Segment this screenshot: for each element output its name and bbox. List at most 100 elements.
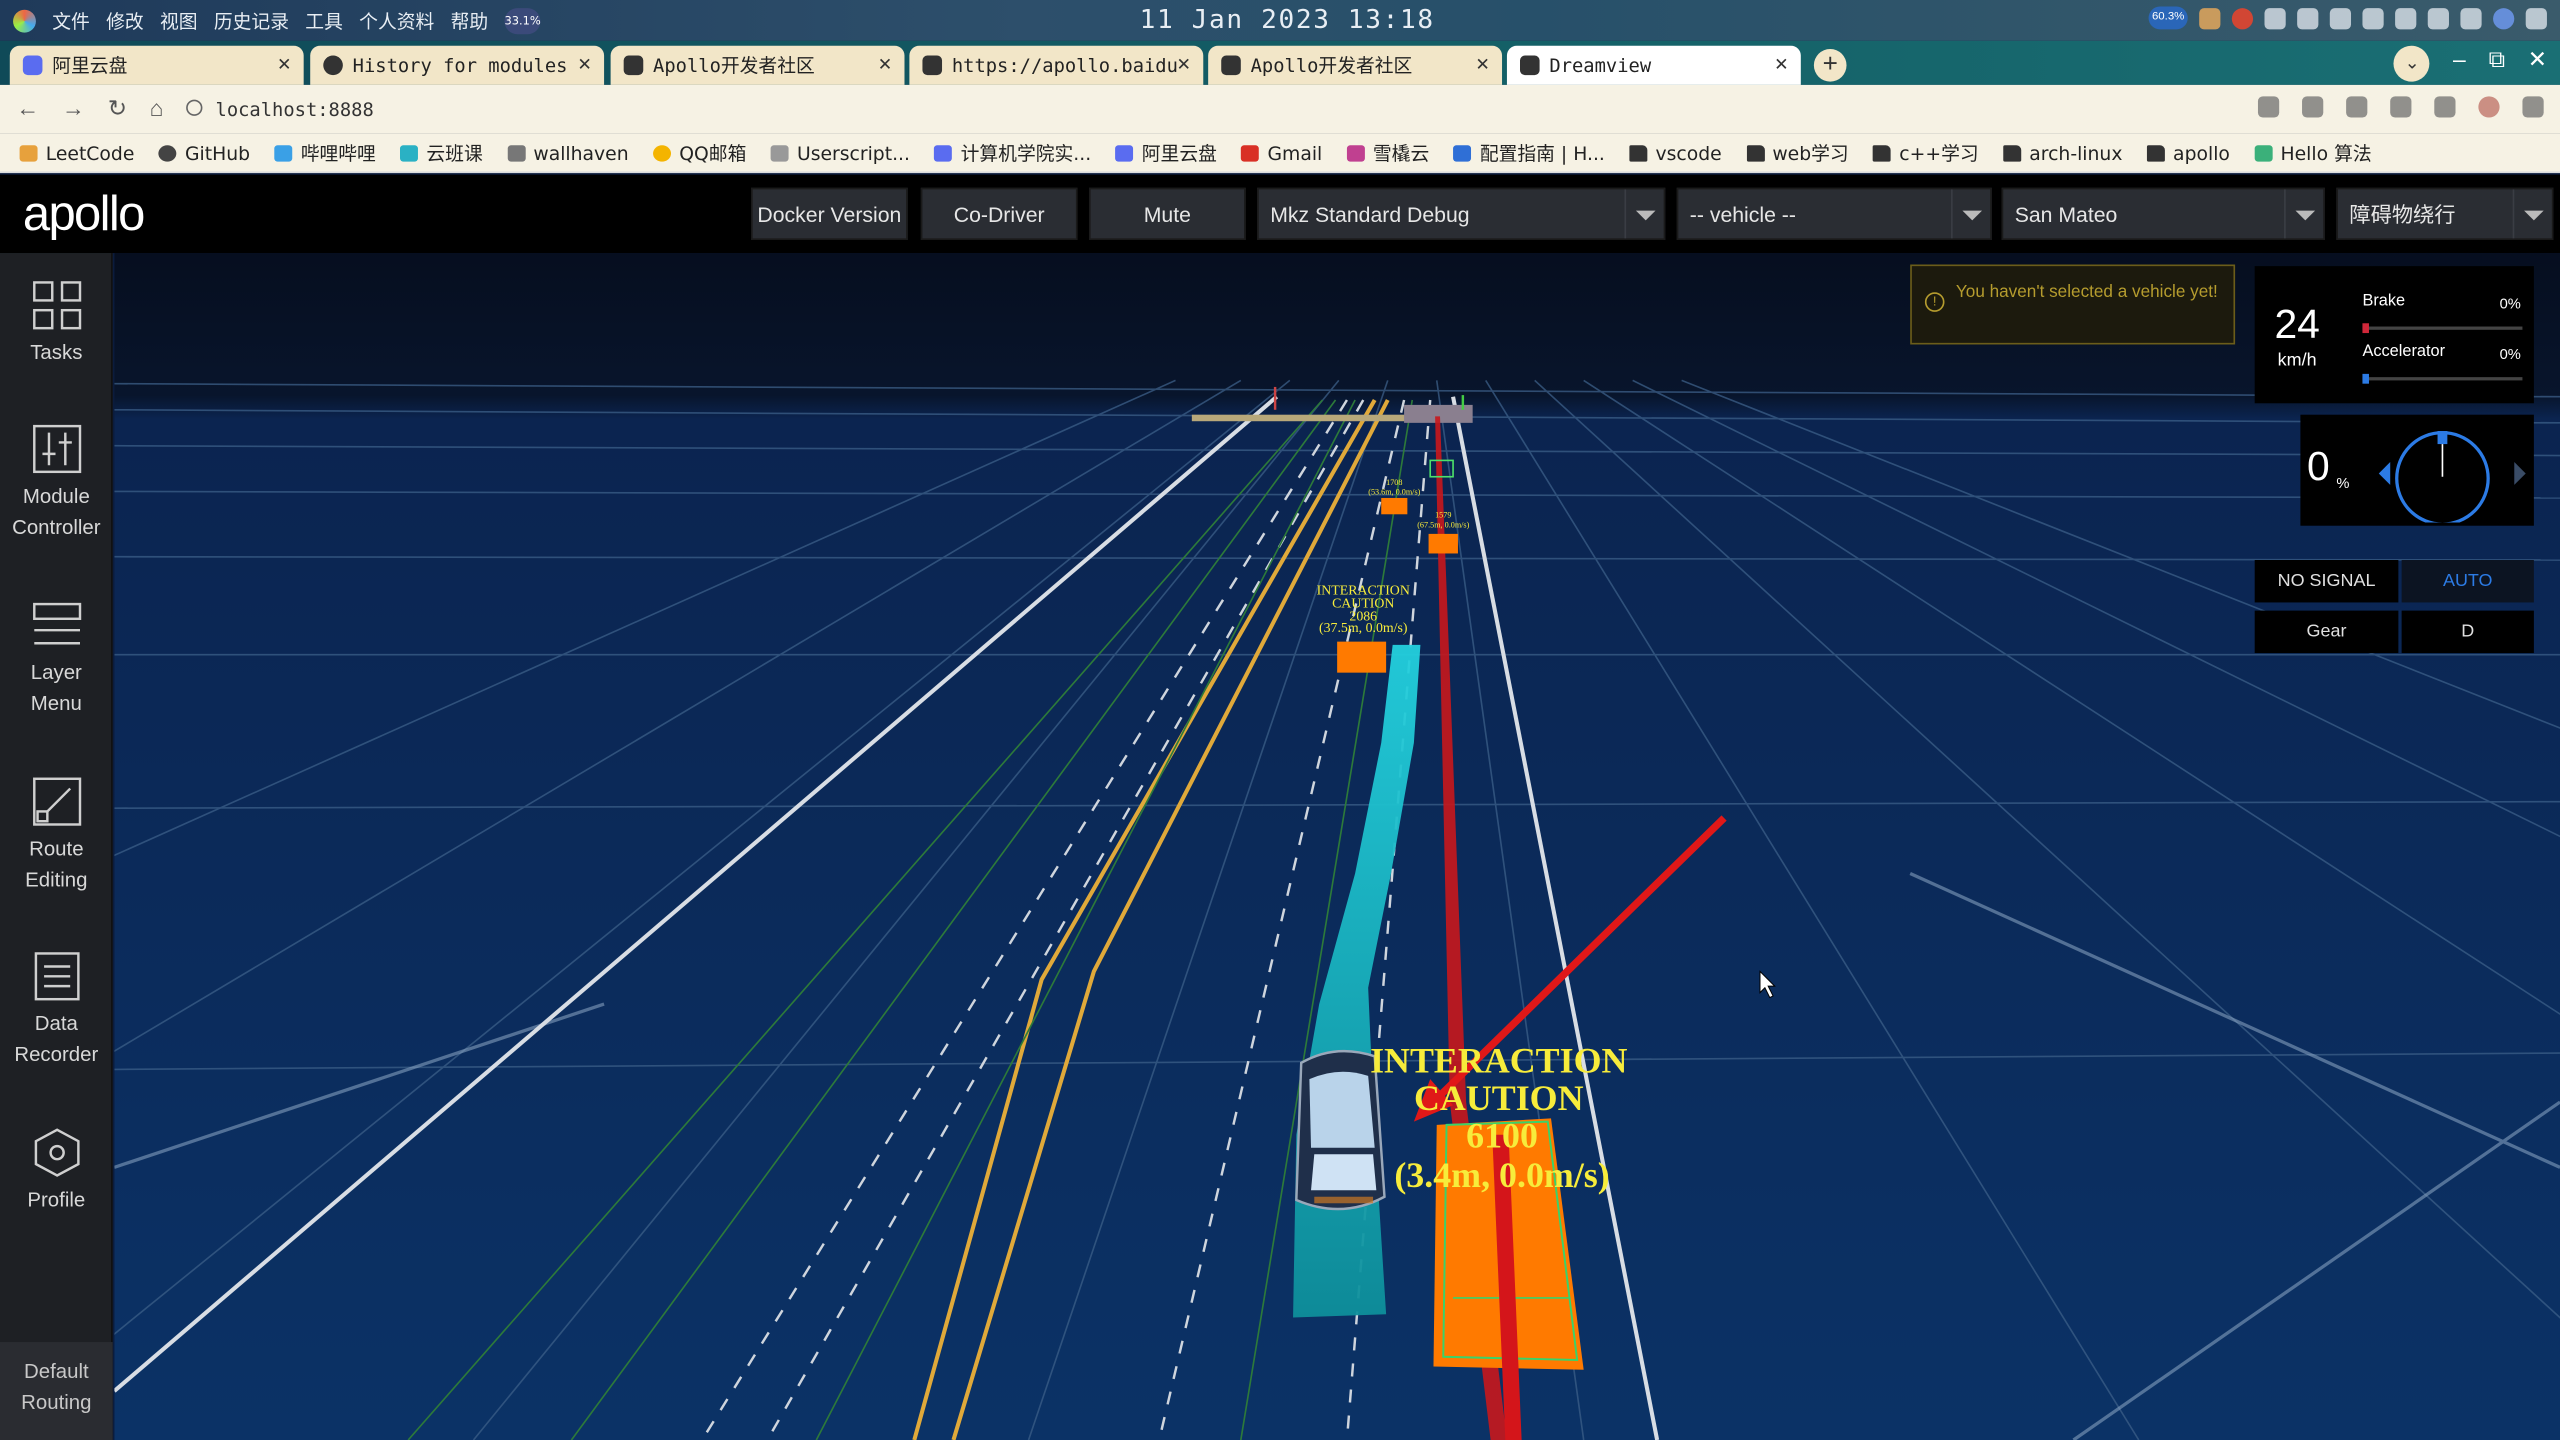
bookmark-qqmail[interactable]: QQ邮箱 bbox=[653, 140, 746, 166]
bookmark-hello-algo[interactable]: Hello 算法 bbox=[2254, 140, 2372, 166]
bookmark-config-guide[interactable]: 配置指南 | H... bbox=[1453, 140, 1605, 166]
chevron-down-icon[interactable] bbox=[2284, 189, 2323, 239]
menu-help[interactable]: 帮助 bbox=[451, 8, 489, 34]
bookmark-aliyun[interactable]: 阿里云盘 bbox=[1115, 140, 1217, 166]
chevron-down-icon[interactable] bbox=[2512, 189, 2552, 239]
menu-tools[interactable]: 工具 bbox=[305, 8, 343, 34]
scene-viewport[interactable]: 1708 (53.6m, 0.0m/s) 1579 (67.5m, 0.0m/s… bbox=[114, 253, 2560, 1440]
tab-apollo-baidu[interactable]: https://apollo.baidu ✕ bbox=[909, 45, 1204, 85]
menu-profile[interactable]: 个人资料 bbox=[359, 8, 434, 34]
system-clock[interactable]: 11 Jan 2023 13:18 bbox=[1140, 3, 1435, 34]
tab-aliyun[interactable]: 阿里云盘 ✕ bbox=[9, 45, 304, 85]
chevron-down-icon[interactable] bbox=[1624, 189, 1663, 239]
vehicle-select[interactable]: -- vehicle -- bbox=[1676, 187, 1992, 240]
forward-icon[interactable]: → bbox=[62, 95, 85, 123]
tray-power-icon[interactable] bbox=[2525, 7, 2547, 29]
share-icon[interactable] bbox=[2302, 96, 2324, 118]
tray-avatar-icon[interactable] bbox=[2493, 7, 2515, 29]
tab-title: History for modules bbox=[352, 53, 568, 77]
tray-wifi-icon[interactable] bbox=[2362, 7, 2384, 29]
sidebar-item-module-controller[interactable]: Module Controller bbox=[0, 423, 113, 544]
bookmark-folder-arch[interactable]: arch-linux bbox=[2003, 141, 2122, 164]
close-icon[interactable]: ✕ bbox=[1476, 46, 1489, 85]
close-icon[interactable]: ✕ bbox=[278, 46, 291, 85]
tray-clipboard-icon[interactable] bbox=[2297, 7, 2319, 29]
bookmark-userscript[interactable]: Userscript... bbox=[770, 141, 910, 164]
tray-volume-icon[interactable] bbox=[2427, 7, 2449, 29]
lab-icon bbox=[934, 144, 953, 161]
window-close-icon[interactable]: ✕ bbox=[2528, 46, 2547, 82]
tab-apollo-community-2[interactable]: Apollo开发者社区 ✕ bbox=[1208, 45, 1503, 85]
url-field[interactable]: localhost:8888 bbox=[180, 91, 374, 127]
layers-icon bbox=[32, 602, 81, 645]
tray-chevron-icon[interactable] bbox=[2460, 7, 2482, 29]
mode-select[interactable]: Mkz Standard Debug bbox=[1257, 187, 1666, 240]
tray-weibo-icon[interactable] bbox=[2231, 7, 2254, 29]
extensions-icon[interactable] bbox=[2390, 96, 2412, 118]
tab-apollo-community-1[interactable]: Apollo开发者社区 ✕ bbox=[610, 45, 905, 85]
bookmark-cs-lab[interactable]: 计算机学院实... bbox=[934, 140, 1091, 166]
brake-bar-fill bbox=[2362, 323, 2369, 334]
apollo-favicon-icon bbox=[922, 55, 943, 76]
chevron-down-icon[interactable] bbox=[1951, 189, 1990, 239]
tab-list-chevron-icon[interactable]: ⌄ bbox=[2394, 45, 2431, 82]
tab-dreamview[interactable]: Dreamview ✕ bbox=[1506, 45, 1801, 85]
maximize-icon[interactable]: ⧉ bbox=[2489, 46, 2505, 82]
minimize-icon[interactable]: – bbox=[2453, 46, 2466, 82]
menu-edit[interactable]: 修改 bbox=[106, 8, 144, 34]
folder-icon bbox=[2003, 144, 2022, 161]
tray-keyboard-icon[interactable] bbox=[2329, 7, 2352, 29]
tray-bluetooth-icon[interactable] bbox=[2395, 7, 2417, 29]
new-tab-button[interactable]: + bbox=[1813, 48, 1847, 82]
tab-github-history[interactable]: History for modules ✕ bbox=[310, 45, 605, 85]
mute-button[interactable]: Mute bbox=[1088, 187, 1246, 240]
co-driver-button[interactable]: Co-Driver bbox=[920, 187, 1078, 240]
bookmark-folder-vscode[interactable]: vscode bbox=[1629, 141, 1722, 164]
tray-app-icon[interactable] bbox=[2199, 7, 2221, 29]
side-panel-icon[interactable] bbox=[2434, 96, 2456, 118]
back-icon[interactable]: ← bbox=[16, 95, 39, 123]
default-routing-button[interactable]: Default Routing bbox=[0, 1342, 113, 1440]
bookmark-wallhaven[interactable]: wallhaven bbox=[507, 141, 629, 164]
sidebar-item-profile[interactable]: Profile bbox=[0, 1127, 113, 1217]
svg-text:(37.5m, 0.0m/s): (37.5m, 0.0m/s) bbox=[1319, 621, 1408, 636]
more-menu-icon[interactable] bbox=[2522, 96, 2544, 118]
home-icon[interactable]: ⌂ bbox=[150, 95, 164, 123]
bookmark-gmail[interactable]: Gmail bbox=[1241, 141, 1322, 164]
close-icon[interactable]: ✕ bbox=[578, 46, 591, 85]
docker-version-button[interactable]: Docker Version bbox=[751, 187, 908, 240]
bookmark-yunbanke[interactable]: 云班课 bbox=[400, 140, 483, 166]
bookmark-github[interactable]: GitHub bbox=[158, 141, 250, 164]
menu-file[interactable]: 文件 bbox=[52, 8, 90, 34]
menu-history[interactable]: 历史记录 bbox=[214, 8, 289, 34]
bookmark-star-icon[interactable] bbox=[2346, 96, 2368, 118]
bookmark-leetcode[interactable]: LeetCode bbox=[19, 141, 134, 164]
menu-view[interactable]: 视图 bbox=[160, 8, 198, 34]
sidebar-item-route-editing[interactable]: Route Editing bbox=[0, 776, 113, 897]
os-logo-icon[interactable] bbox=[13, 9, 36, 33]
tray-record-icon[interactable] bbox=[2264, 7, 2286, 29]
steering-panel: 0 % bbox=[2300, 414, 2534, 526]
reload-icon[interactable]: ↻ bbox=[108, 95, 127, 123]
steering-wheel-icon bbox=[2378, 431, 2526, 523]
close-icon[interactable]: ✕ bbox=[879, 46, 892, 85]
site-info-icon[interactable] bbox=[186, 99, 203, 116]
sidebar-item-tasks[interactable]: Tasks bbox=[0, 279, 113, 369]
brake-value: 0% bbox=[2499, 295, 2521, 312]
bookmark-folder-apollo[interactable]: apollo bbox=[2146, 141, 2230, 164]
close-icon[interactable]: ✕ bbox=[1177, 46, 1190, 85]
steering-unit: % bbox=[2336, 475, 2350, 492]
scenario-select[interactable]: 障碍物绕行 bbox=[2336, 187, 2554, 240]
bookmark-bilibili[interactable]: 哔哩哔哩 bbox=[274, 140, 376, 166]
bookmark-folder-web[interactable]: web学习 bbox=[1746, 140, 1849, 166]
sidebar-item-layer-menu[interactable]: Layer Menu bbox=[0, 599, 113, 720]
qqmail-icon bbox=[653, 144, 672, 161]
bookmark-xueqiao[interactable]: 雪橇云 bbox=[1346, 140, 1429, 166]
sidebar-label: Data bbox=[34, 1012, 78, 1036]
translate-icon[interactable] bbox=[2257, 96, 2280, 118]
bookmark-folder-cpp[interactable]: c++学习 bbox=[1873, 140, 1979, 166]
profile-avatar-icon[interactable] bbox=[2478, 96, 2500, 118]
map-select[interactable]: San Mateo bbox=[2001, 187, 2325, 240]
sidebar-item-data-recorder[interactable]: Data Recorder bbox=[0, 950, 113, 1071]
close-icon[interactable]: ✕ bbox=[1775, 46, 1788, 85]
